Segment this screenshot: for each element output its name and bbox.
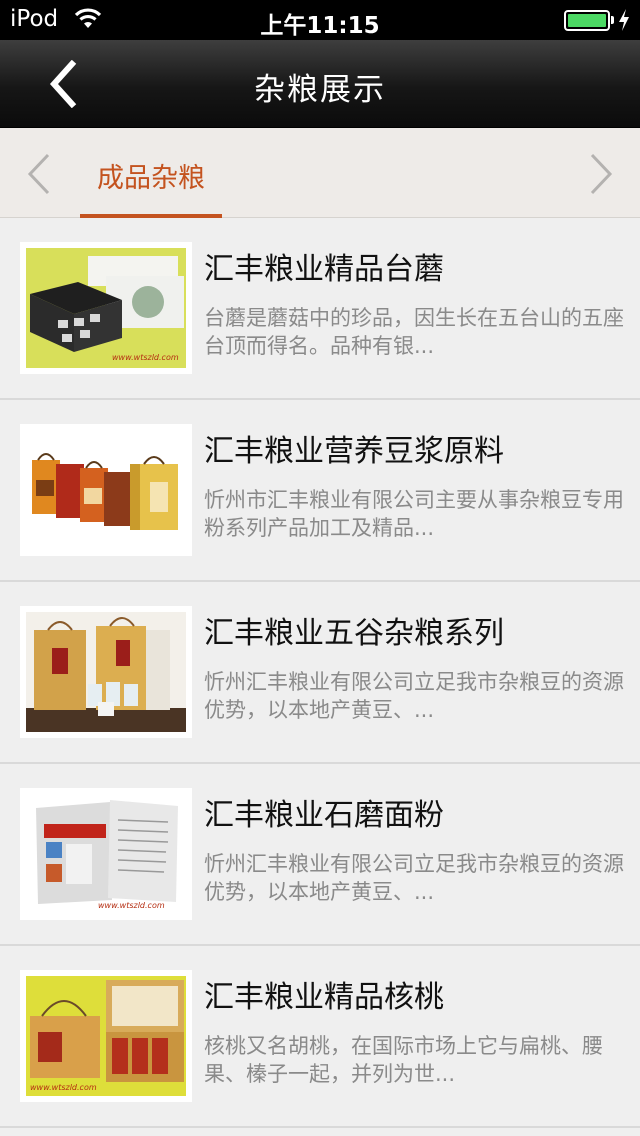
status-bar: iPod 上午11:15 [0, 0, 640, 40]
product-image: www.wtszld.com [20, 242, 192, 374]
product-description: 忻州汇丰粮业有限公司立足我市杂粮豆的资源优势，以本地产黄豆、... [204, 852, 624, 904]
product-image [20, 606, 192, 738]
list-item[interactable]: www.wtszld.com 汇丰粮业精品台蘑 台蘑是蘑菇中的珍品，因生长在五台… [0, 218, 640, 400]
product-image: www.wtszld.com [20, 970, 192, 1102]
chevron-right-icon [590, 153, 613, 195]
clock: 上午11:15 [260, 13, 380, 39]
battery-icon [564, 10, 610, 31]
tab-finished-grains[interactable]: 成品杂粮 [80, 128, 222, 218]
product-name: 汇丰粮业营养豆浆原料 [204, 434, 504, 469]
product-description: 台蘑是蘑菇中的珍品，因生长在五台山的五座台顶而得名。品种有银... [204, 306, 624, 358]
navigation-bar: 杂粮展示 [0, 40, 640, 128]
list-item[interactable]: www.wtszld.com 汇丰粮业石磨面粉 忻州汇丰粮业有限公司立足我市杂粮… [0, 764, 640, 946]
list-item[interactable]: 汇丰粮业营养豆浆原料 忻州市汇丰粮业有限公司主要从事杂粮豆专用粉系列产品加工及精… [0, 400, 640, 582]
image-watermark: www.wtszld.com [112, 353, 179, 362]
tab-scroll-right-button[interactable] [584, 152, 618, 200]
page-title: 杂粮展示 [254, 72, 386, 108]
product-name: 汇丰粮业精品核桃 [204, 980, 444, 1015]
product-description: 忻州汇丰粮业有限公司立足我市杂粮豆的资源优势，以本地产黄豆、... [204, 670, 624, 722]
chevron-left-icon [27, 153, 50, 195]
tab-label: 成品杂粮 [97, 163, 205, 194]
product-image: www.wtszld.com [20, 788, 192, 920]
product-list: www.wtszld.com 汇丰粮业精品台蘑 台蘑是蘑菇中的珍品，因生长在五台… [0, 218, 640, 1128]
tab-scroll-left-button[interactable] [22, 152, 56, 200]
product-description: 忻州市汇丰粮业有限公司主要从事杂粮豆专用粉系列产品加工及精品... [204, 488, 624, 540]
list-item[interactable]: www.wtszld.com 汇丰粮业精品核桃 核桃又名胡桃，在国际市场上它与扁… [0, 946, 640, 1128]
product-name: 汇丰粮业石磨面粉 [204, 798, 444, 833]
product-name: 汇丰粮业五谷杂粮系列 [204, 616, 504, 651]
list-item[interactable]: 汇丰粮业五谷杂粮系列 忻州汇丰粮业有限公司立足我市杂粮豆的资源优势，以本地产黄豆… [0, 582, 640, 764]
product-image [20, 424, 192, 556]
image-watermark: www.wtszld.com [98, 901, 165, 910]
battery-tip [611, 16, 614, 24]
charging-icon [618, 8, 630, 36]
image-watermark: www.wtszld.com [30, 1083, 97, 1092]
product-name: 汇丰粮业精品台蘑 [204, 252, 444, 287]
category-tab-bar: 成品杂粮 [0, 128, 640, 218]
product-description: 核桃又名胡桃，在国际市场上它与扁桃、腰果、榛子一起，并列为世... [204, 1034, 603, 1086]
